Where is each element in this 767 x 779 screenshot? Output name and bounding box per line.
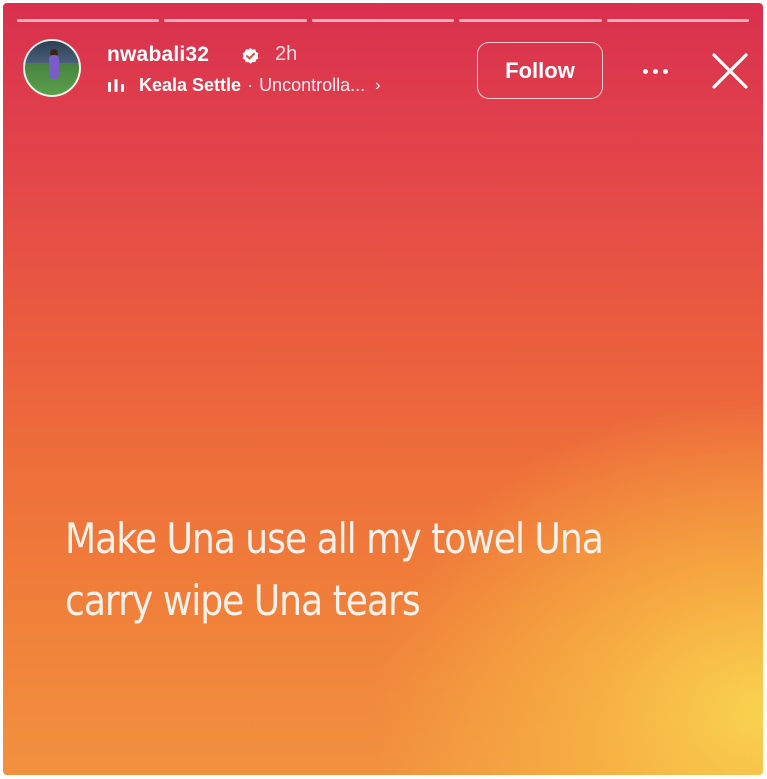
close-icon[interactable]: [709, 50, 751, 92]
music-song-title: Uncontrolla...: [259, 75, 366, 95]
story-viewer[interactable]: nwabali32 2h Keala Settle · Uncontrolla.…: [3, 3, 763, 775]
audio-bars-icon: [108, 78, 124, 92]
username-link[interactable]: nwabali32: [107, 43, 209, 67]
progress-segment: [459, 19, 602, 22]
more-horizontal-icon: [662, 68, 668, 74]
music-attribution[interactable]: Keala Settle · Uncontrolla... ›: [107, 75, 380, 96]
progress-segment: [17, 19, 160, 22]
avatar-figure: [49, 55, 59, 79]
progress-segment: [606, 19, 750, 22]
caption-line: Make Una use all my towel Una: [65, 514, 604, 563]
progress-segment: [164, 19, 307, 22]
post-time: 2h: [275, 43, 298, 65]
story-progress-bar: [17, 19, 750, 22]
avatar[interactable]: [23, 39, 81, 97]
verified-badge-icon: [242, 47, 259, 64]
follow-button[interactable]: Follow: [477, 42, 603, 99]
more-options-button[interactable]: [635, 57, 675, 85]
story-caption: Make Una use all my towel Una carry wipe…: [65, 508, 615, 632]
chevron-right-icon: ›: [375, 76, 381, 94]
music-separator: ·: [247, 75, 254, 95]
music-artist: Keala Settle: [139, 75, 242, 95]
more-horizontal-icon: [652, 68, 658, 74]
progress-segment: [311, 19, 455, 22]
caption-line: carry wipe Una tears: [65, 576, 421, 625]
more-horizontal-icon: [642, 68, 648, 74]
